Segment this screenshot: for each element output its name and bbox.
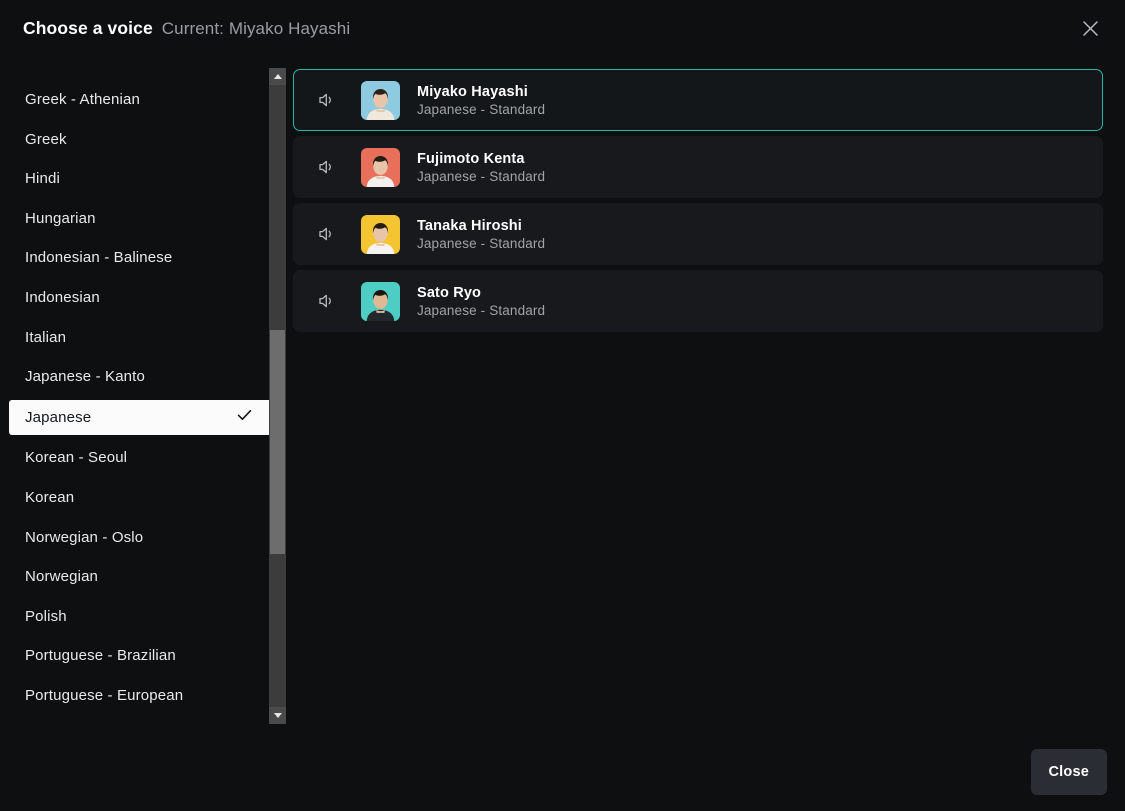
voice-text-group: Miyako Hayashi Japanese - Standard — [417, 84, 545, 117]
language-list-scrollbar[interactable] — [269, 68, 286, 724]
sidebar-item-label: Norwegian - Oslo — [25, 528, 144, 546]
sidebar-item-label: Italian — [25, 328, 67, 346]
voice-text-group: Tanaka Hiroshi Japanese - Standard — [417, 218, 545, 251]
dialog-footer: Close — [1030, 749, 1107, 795]
choose-voice-dialog: Choose a voice Current: Miyako Hayashi G… — [0, 0, 1125, 811]
speaker-icon[interactable] — [313, 87, 339, 113]
sidebar-item-greek[interactable]: Greek — [0, 123, 270, 156]
avatar — [361, 214, 400, 254]
close-button[interactable]: Close — [1030, 749, 1107, 795]
sidebar-item-label: Japanese — [25, 408, 92, 426]
sidebar-item-label: Indonesian — [25, 288, 100, 306]
voice-meta: Japanese - Standard — [417, 101, 546, 117]
avatar — [361, 147, 400, 187]
sidebar-item-label: Norwegian — [25, 568, 99, 586]
avatar — [361, 281, 400, 321]
voice-text-group: Sato Ryo Japanese - Standard — [417, 285, 545, 318]
scroll-down-button[interactable] — [269, 707, 286, 724]
sidebar-item-portuguese-brazilian[interactable]: Portuguese - Brazilian — [0, 639, 270, 672]
dialog-title-group: Choose a voice Current: Miyako Hayashi — [23, 18, 1073, 39]
sidebar-item-greek-athenian[interactable]: Greek - Athenian — [0, 83, 270, 116]
sidebar-item-label: Portuguese - Brazilian — [25, 647, 176, 665]
sidebar-item-portuguese-european[interactable]: Portuguese - European — [0, 679, 270, 712]
voice-card[interactable]: Tanaka Hiroshi Japanese - Standard — [293, 203, 1103, 265]
sidebar-item-label: Hindi — [25, 170, 60, 188]
sidebar-item-korean-seoul[interactable]: Korean - Seoul — [0, 441, 270, 474]
voice-name: Tanaka Hiroshi — [417, 217, 522, 234]
sidebar-item-norwegian[interactable]: Norwegian — [0, 560, 270, 593]
close-icon[interactable] — [1073, 11, 1107, 45]
sidebar-item-label: Korean - Seoul — [25, 449, 128, 467]
current-voice-label: Current: Miyako Hayashi — [161, 18, 351, 38]
sidebar-item-label: Greek - Athenian — [25, 91, 140, 108]
check-icon — [236, 407, 253, 428]
voice-name: Miyako Hayashi — [417, 83, 528, 100]
sidebar-item-korean[interactable]: Korean — [0, 481, 270, 514]
chevron-up-icon — [273, 74, 282, 79]
sidebar-item-label: Indonesian - Balinese — [25, 249, 173, 267]
dialog-header: Choose a voice Current: Miyako Hayashi — [0, 0, 1125, 56]
voice-card[interactable]: Miyako Hayashi Japanese - Standard — [293, 69, 1103, 131]
language-list[interactable]: Greek - Athenian Greek Hindi Hungarian Indon… — [0, 68, 270, 724]
avatar — [361, 80, 400, 120]
sidebar-item-label: Polish — [25, 607, 67, 625]
page-title: Choose a voice — [23, 17, 153, 38]
voice-meta: Japanese - Standard — [417, 302, 546, 318]
voice-name: Sato Ryo — [417, 284, 482, 301]
scrollbar-thumb[interactable] — [270, 330, 285, 554]
voice-name: Fujimoto Kenta — [417, 150, 525, 167]
sidebar-item-label: Hungarian — [25, 209, 96, 227]
sidebar-item-japanese[interactable]: Japanese — [9, 399, 270, 435]
sidebar-item-polish[interactable]: Polish — [0, 600, 270, 633]
sidebar-item-norwegian-oslo[interactable]: Norwegian - Oslo — [0, 521, 270, 554]
sidebar-item-indonesian[interactable]: Indonesian — [0, 281, 270, 314]
speaker-icon[interactable] — [313, 154, 339, 180]
sidebar-item-italian[interactable]: Italian — [0, 321, 270, 354]
chevron-down-icon — [273, 713, 282, 718]
voice-card[interactable]: Sato Ryo Japanese - Standard — [293, 270, 1103, 332]
voice-meta: Japanese - Standard — [417, 168, 546, 184]
sidebar-item-label: Korean — [25, 488, 75, 506]
voice-results-list: Miyako Hayashi Japanese - Standard Fujimot… — [293, 69, 1103, 337]
speaker-icon[interactable] — [313, 221, 339, 247]
sidebar-item-japanese-kanto[interactable]: Japanese - Kanto — [0, 360, 270, 393]
sidebar-item-label: Portuguese - European — [25, 686, 184, 704]
scroll-up-button[interactable] — [269, 68, 286, 85]
voice-text-group: Fujimoto Kenta Japanese - Standard — [417, 151, 545, 184]
sidebar-item-hungarian[interactable]: Hungarian — [0, 202, 270, 235]
sidebar-item-label: Greek — [25, 130, 67, 148]
sidebar-item-indonesian-balinese[interactable]: Indonesian - Balinese — [0, 241, 270, 274]
voice-card[interactable]: Fujimoto Kenta Japanese - Standard — [293, 136, 1103, 198]
speaker-icon[interactable] — [313, 288, 339, 314]
sidebar-item-label: Japanese - Kanto — [25, 368, 145, 386]
sidebar-item-hindi[interactable]: Hindi — [0, 162, 270, 195]
voice-meta: Japanese - Standard — [417, 235, 546, 251]
